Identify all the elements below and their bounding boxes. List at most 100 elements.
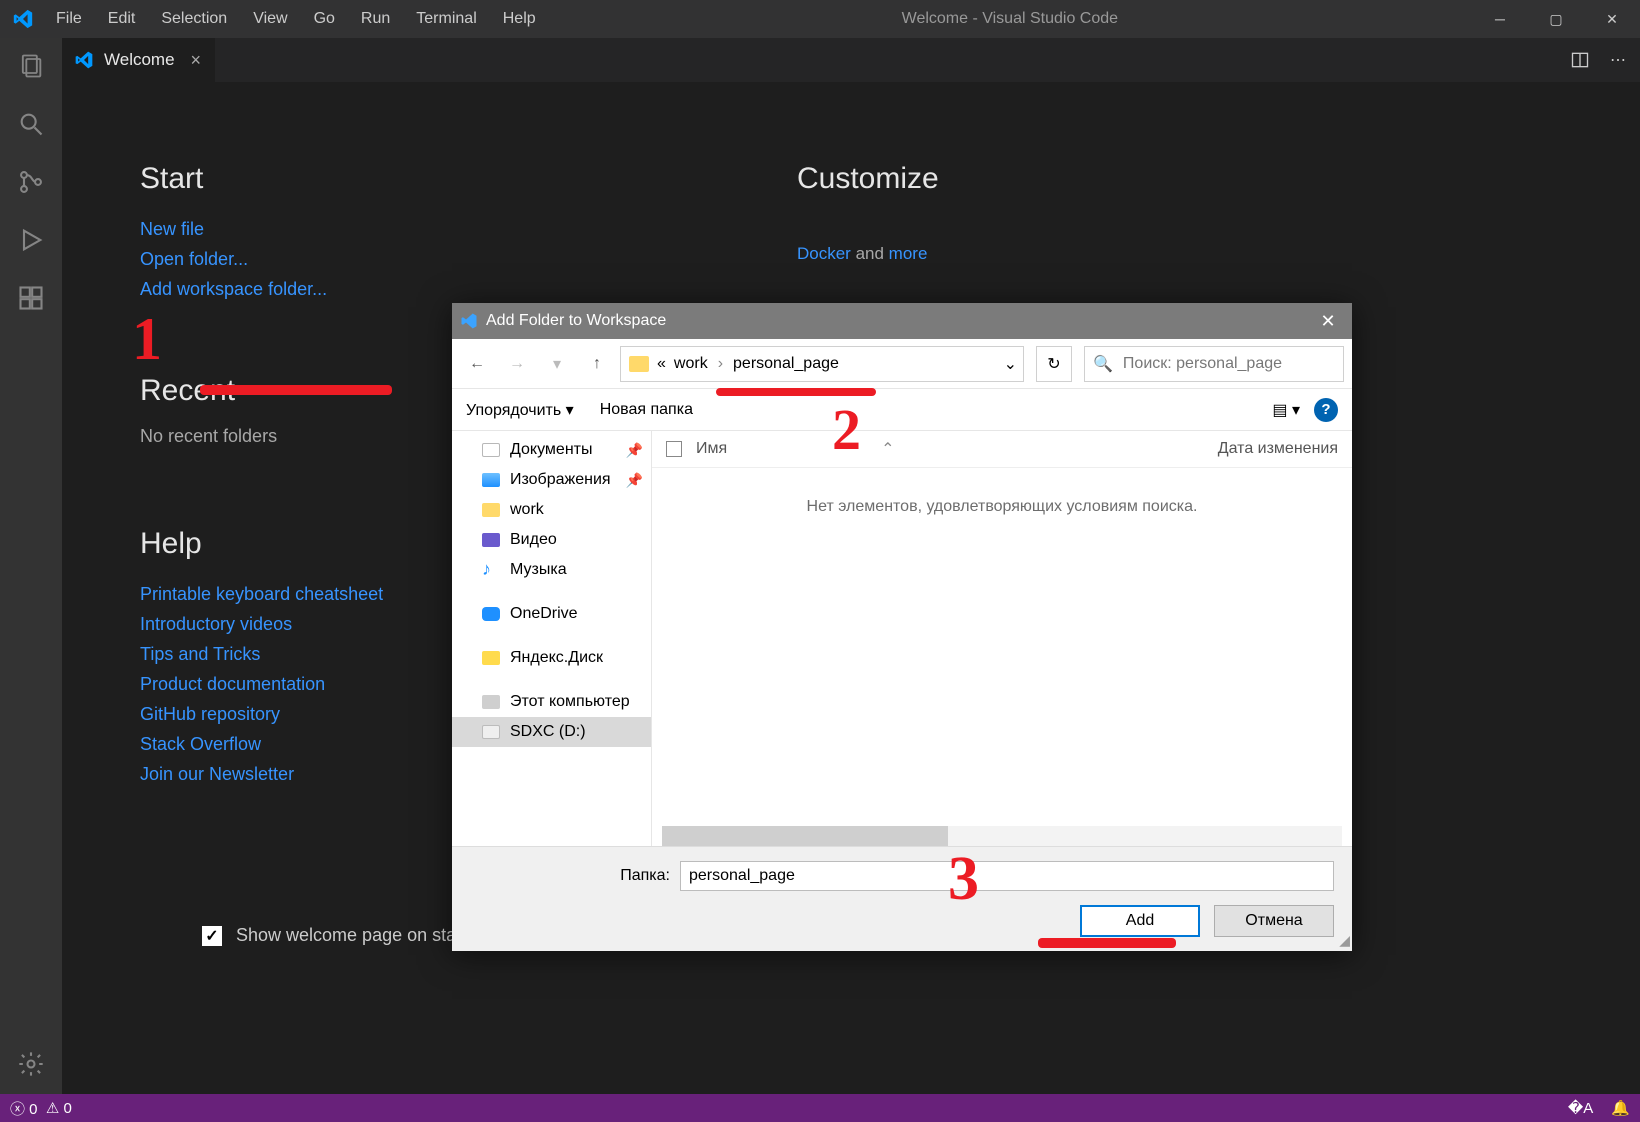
tree-item-yadisk[interactable]: Яндекс.Диск xyxy=(452,643,651,673)
menu-selection[interactable]: Selection xyxy=(149,6,239,32)
status-bar: ⓧ 0 ⚠ 0 �A 🔔 xyxy=(0,1094,1640,1122)
nav-back-button[interactable]: ← xyxy=(460,347,494,381)
feedback-icon[interactable]: �A xyxy=(1568,1099,1593,1117)
menu-help[interactable]: Help xyxy=(491,6,548,32)
cancel-button[interactable]: Отмена xyxy=(1214,905,1334,937)
refresh-button[interactable]: ↻ xyxy=(1036,346,1072,382)
view-options-button[interactable]: ▤ ▾ xyxy=(1272,400,1300,420)
document-icon xyxy=(482,443,500,457)
nav-up-button[interactable]: ↑ xyxy=(580,347,614,381)
link-more[interactable]: more xyxy=(889,244,928,263)
run-debug-icon[interactable] xyxy=(15,224,47,256)
tree-item-thispc[interactable]: Этот компьютер xyxy=(452,687,651,717)
folder-name-input[interactable] xyxy=(680,861,1334,891)
notifications-icon[interactable]: 🔔 xyxy=(1611,1099,1630,1117)
folder-label: Папка: xyxy=(470,867,670,885)
dialog-bottom: Папка: Add Отмена xyxy=(452,846,1352,951)
dialog-toolbar: Упорядочить ▾ Новая папка ▤ ▾ ? xyxy=(452,389,1352,431)
menubar: File Edit Selection View Go Run Terminal… xyxy=(44,6,548,32)
window-title: Welcome - Visual Studio Code xyxy=(548,10,1472,28)
extensions-icon[interactable] xyxy=(15,282,47,314)
menu-view[interactable]: View xyxy=(241,6,299,32)
start-heading: Start xyxy=(140,162,737,196)
scrollbar-thumb[interactable] xyxy=(662,826,948,846)
maximize-button[interactable]: ▢ xyxy=(1528,0,1584,38)
tab-bar: Welcome × ⋯ xyxy=(62,38,1640,82)
show-welcome-label: Show welcome page on startup xyxy=(236,925,487,946)
window-controls: ─ ▢ ✕ xyxy=(1472,0,1640,38)
collapse-icon[interactable]: ⌃ xyxy=(881,439,894,459)
dialog-close-button[interactable]: ✕ xyxy=(1310,311,1346,332)
titlebar: File Edit Selection View Go Run Terminal… xyxy=(0,0,1640,38)
activity-bar xyxy=(0,38,62,1094)
menu-terminal[interactable]: Terminal xyxy=(404,6,488,32)
add-folder-dialog: Add Folder to Workspace ✕ ← → ▾ ↑ « work… xyxy=(452,303,1352,951)
search-icon: 🔍 xyxy=(1093,354,1113,374)
nav-forward-button[interactable]: → xyxy=(500,347,534,381)
tree-item-music[interactable]: Музыка xyxy=(452,555,651,585)
source-control-icon[interactable] xyxy=(15,166,47,198)
folder-tree[interactable]: Документы📌 Изображения📌 work Видео Музык… xyxy=(452,431,652,846)
menu-run[interactable]: Run xyxy=(349,6,402,32)
customize-heading: Customize xyxy=(797,162,1600,196)
editor-area: Welcome × ⋯ Start New file Open folder..… xyxy=(62,38,1640,1094)
search-placeholder: Поиск: personal_page xyxy=(1123,355,1282,373)
explorer-icon[interactable] xyxy=(15,50,47,82)
resize-grip-icon[interactable]: ◢ xyxy=(1339,932,1350,949)
tree-item-onedrive[interactable]: OneDrive xyxy=(452,599,651,629)
status-errors[interactable]: ⓧ 0 xyxy=(10,1098,38,1119)
organize-menu[interactable]: Упорядочить ▾ xyxy=(466,400,574,420)
chevron-down-icon[interactable]: ⌄ xyxy=(1004,354,1017,374)
close-tab-icon[interactable]: × xyxy=(191,50,202,71)
tree-item-video[interactable]: Видео xyxy=(452,525,651,555)
chevron-right-icon: › xyxy=(716,355,725,373)
customize-tools-desc: Docker and more xyxy=(797,244,1600,264)
checkbox-checked-icon[interactable]: ✓ xyxy=(202,926,222,946)
dialog-nav-bar: ← → ▾ ↑ « work › personal_page ⌄ ↻ 🔍 Пои… xyxy=(452,339,1352,389)
breadcrumb-personal-page[interactable]: personal_page xyxy=(729,355,843,373)
vscode-logo-icon xyxy=(460,312,478,330)
tree-item-images[interactable]: Изображения📌 xyxy=(452,465,651,495)
breadcrumb[interactable]: « work › personal_page ⌄ xyxy=(620,346,1024,382)
tree-item-sdxc[interactable]: SDXC (D:) xyxy=(452,717,651,747)
file-list-pane: Имя ⌃ Дата изменения Нет элементов, удов… xyxy=(652,431,1352,846)
nav-recent-button[interactable]: ▾ xyxy=(540,347,574,381)
search-icon[interactable] xyxy=(15,108,47,140)
tree-item-documents[interactable]: Документы📌 xyxy=(452,435,651,465)
split-editor-icon[interactable] xyxy=(1570,50,1590,70)
empty-list-message: Нет элементов, удовлетворяющих условиям … xyxy=(652,468,1352,546)
menu-file[interactable]: File xyxy=(44,6,94,32)
more-actions-icon[interactable]: ⋯ xyxy=(1610,50,1626,70)
sd-card-icon xyxy=(482,725,500,739)
select-all-checkbox[interactable] xyxy=(666,441,682,457)
new-folder-button[interactable]: Новая папка xyxy=(600,401,693,419)
folder-icon xyxy=(482,503,500,517)
horizontal-scrollbar[interactable] xyxy=(662,826,1342,846)
folder-icon xyxy=(629,356,649,372)
tab-welcome[interactable]: Welcome × xyxy=(62,38,215,82)
breadcrumb-ellipsis: « xyxy=(657,355,666,373)
minimize-button[interactable]: ─ xyxy=(1472,0,1528,38)
settings-gear-icon[interactable] xyxy=(15,1048,47,1080)
yandex-disk-icon xyxy=(482,651,500,665)
help-icon[interactable]: ? xyxy=(1314,398,1338,422)
music-icon xyxy=(482,563,500,577)
breadcrumb-work[interactable]: work xyxy=(670,355,712,373)
status-warnings[interactable]: ⚠ 0 xyxy=(46,1099,72,1117)
show-welcome-checkbox-row[interactable]: ✓ Show welcome page on startup xyxy=(202,925,487,946)
link-docker[interactable]: Docker xyxy=(797,244,851,263)
dialog-titlebar: Add Folder to Workspace ✕ xyxy=(452,303,1352,339)
start-open-folder[interactable]: Open folder... xyxy=(140,244,737,274)
tree-item-work[interactable]: work xyxy=(452,495,651,525)
dialog-search-input[interactable]: 🔍 Поиск: personal_page xyxy=(1084,346,1344,382)
onedrive-icon xyxy=(482,607,500,621)
start-add-workspace-folder[interactable]: Add workspace folder... xyxy=(140,274,737,304)
column-date[interactable]: Дата изменения xyxy=(1218,440,1338,458)
add-button[interactable]: Add xyxy=(1080,905,1200,937)
close-window-button[interactable]: ✕ xyxy=(1584,0,1640,38)
menu-edit[interactable]: Edit xyxy=(96,6,148,32)
vscode-logo-icon xyxy=(74,50,94,70)
menu-go[interactable]: Go xyxy=(302,6,347,32)
column-name[interactable]: Имя xyxy=(696,440,727,458)
start-new-file[interactable]: New file xyxy=(140,214,737,244)
